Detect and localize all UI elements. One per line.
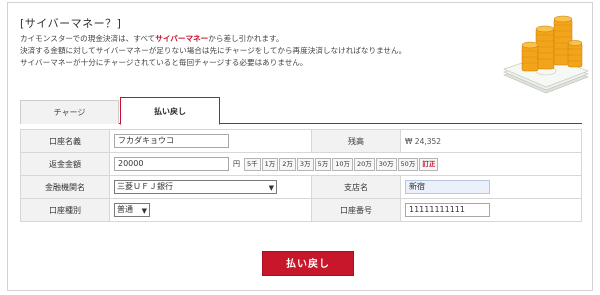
bank-cell: 三菱ＵＦＪ銀行 ▼ [109, 175, 312, 199]
account-type-select[interactable]: 普通 ▼ [114, 203, 150, 217]
form-row: 口座名義 フカダキョウコ 残高 ₩ 24,352 [20, 129, 582, 153]
chevron-down-icon: ▼ [268, 184, 274, 192]
tab-refund[interactable]: 払い戻し [120, 97, 220, 125]
amount-chip-10k[interactable]: 1万 [261, 157, 279, 171]
account-number-label: 口座番号 [311, 198, 401, 222]
description-line-3: サイバーマネーが十分にチャージされていると毎回チャージする必要はありません。 [20, 58, 308, 67]
account-name-cell: フカダキョウコ [109, 129, 312, 153]
tab-charge[interactable]: チャージ [20, 100, 119, 124]
refund-panel: [サイバーマネー？] カイモンスターでの現金決済は、すべてサイバーマネーから差し… [7, 2, 593, 291]
branch-label: 支店名 [311, 175, 401, 199]
account-number-input[interactable]: 11111111111 [405, 203, 490, 217]
refund-amount-cell: 20000 円 5千 1万 2万 3万 5万 10万 20万 30万 50万 訂正 [109, 152, 582, 176]
refund-amount-input[interactable]: 20000 [114, 157, 229, 171]
tab-bar: チャージ 払い戻し [20, 97, 582, 125]
branch-input[interactable]: 新宿 [405, 180, 490, 194]
amount-chip-100k[interactable]: 10万 [332, 157, 353, 171]
description: カイモンスターでの現金決済は、すべてサイバーマネーから差し引かれます。 決済する… [20, 33, 520, 69]
refund-submit-button[interactable]: 払い戻し [262, 251, 354, 276]
refund-amount-label: 返金金額 [20, 152, 110, 176]
amount-chip-50k[interactable]: 5万 [314, 157, 332, 171]
coin-stack-icon [521, 15, 583, 72]
account-type-label: 口座種別 [20, 198, 110, 222]
amount-chip-500k[interactable]: 50万 [397, 157, 419, 171]
amount-chip-20k[interactable]: 2万 [279, 157, 296, 171]
bank-selected-value: 三菱ＵＦＪ銀行 [117, 182, 173, 191]
description-line-2: 決済する金額に対してサイバーマネーが足りない場合は先にチャージをしてから再度決済… [20, 46, 407, 55]
form-row: 返金金額 20000 円 5千 1万 2万 3万 5万 10万 20万 30万 50万 訂正 [20, 152, 582, 176]
bank-select[interactable]: 三菱ＵＦＪ銀行 ▼ [114, 180, 277, 194]
account-name-input[interactable]: フカダキョウコ [114, 134, 229, 148]
amount-chip-5k[interactable]: 5千 [244, 157, 261, 171]
page-title: [サイバーマネー？] [20, 17, 122, 30]
yen-unit: 円 [233, 160, 240, 168]
bank-label: 金融機関名 [20, 175, 110, 199]
balance-label: 残高 [311, 129, 401, 153]
description-line-1: カイモンスターでの現金決済は、すべてサイバーマネーから差し引かれます。 [20, 33, 520, 45]
account-number-cell: 11111111111 [400, 198, 582, 222]
form-row: 金融機関名 三菱ＵＦＪ銀行 ▼ 支店名 新宿 [20, 175, 582, 199]
desc-text: から差し引かれます。 [208, 34, 284, 43]
branch-cell: 新宿 [400, 175, 582, 199]
account-name-label: 口座名義 [20, 129, 110, 153]
cyber-money-highlight: サイバーマネー [155, 34, 209, 43]
desc-text: カイモンスターでの現金決済は、すべて [20, 34, 156, 43]
balance-value: ₩ 24,352 [405, 136, 442, 146]
amount-chip-30k[interactable]: 3万 [296, 157, 314, 171]
money-coins-illustration [503, 15, 589, 94]
balance-cell: ₩ 24,352 [400, 129, 582, 153]
amount-chip-300k[interactable]: 30万 [375, 157, 397, 171]
form-row: 口座種別 普通 ▼ 口座番号 11111111111 [20, 198, 582, 222]
clear-amount-button[interactable]: 訂正 [419, 157, 439, 171]
account-type-selected-value: 普通 [117, 205, 133, 214]
amount-chip-200k[interactable]: 20万 [353, 157, 375, 171]
refund-form: 口座名義 フカダキョウコ 残高 ₩ 24,352 返金金額 20000 円 5千 1万… [20, 129, 582, 222]
chevron-down-icon: ▼ [141, 207, 147, 215]
account-type-cell: 普通 ▼ [109, 198, 312, 222]
